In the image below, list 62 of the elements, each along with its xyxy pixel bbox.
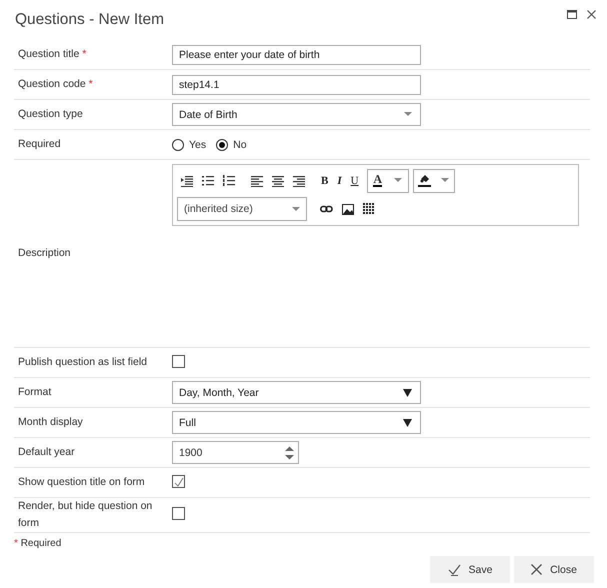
align-left-icon [251, 174, 263, 187]
field-label: Required [18, 138, 61, 150]
radio-label: No [233, 138, 247, 150]
check-icon [174, 476, 184, 487]
font-color-button[interactable]: A [366, 168, 409, 193]
highlight-color-button[interactable] [412, 168, 455, 193]
field-label: Render, but hide question on form [18, 500, 152, 529]
field-label: Show question title on form [18, 476, 145, 488]
close-button[interactable]: Close [514, 556, 594, 583]
maximize-button[interactable] [567, 10, 577, 19]
dropdown[interactable]: Date of Birth [172, 103, 421, 126]
required-mark: * [88, 78, 93, 90]
font-size-dropdown[interactable]: (inherited size) [177, 197, 307, 222]
format-button[interactable]: U [346, 172, 363, 190]
caret-icon [403, 418, 412, 426]
field-label: Default year [18, 446, 75, 458]
caret-icon [441, 178, 450, 184]
text-field[interactable]: step14.1 [172, 74, 421, 94]
numbered-list-icon [223, 174, 235, 187]
close-icon [587, 10, 596, 19]
dialog-title: Questions - New Item [15, 11, 164, 29]
bullet-list-icon [202, 174, 214, 187]
caret-icon [394, 178, 402, 184]
checkbox[interactable] [172, 507, 185, 520]
maximize-icon [567, 10, 577, 19]
indent-icon [181, 174, 193, 187]
dropdown[interactable]: Full [172, 411, 421, 434]
save-button[interactable]: Save [430, 556, 510, 583]
radio-button[interactable] [216, 138, 228, 150]
field-label: Question code [18, 78, 86, 90]
checkmark-icon [448, 564, 461, 576]
image-icon [342, 204, 354, 215]
required-mark: * [14, 538, 18, 549]
caret-icon [292, 206, 300, 212]
align-right-icon [293, 174, 305, 187]
number-field[interactable]: 1900 [172, 441, 299, 464]
field-label: Format [18, 386, 52, 398]
checkbox[interactable] [172, 354, 185, 368]
table-icon [363, 203, 375, 216]
highlight-icon [418, 174, 432, 188]
checkbox[interactable] [172, 475, 185, 488]
caret-icon [404, 112, 412, 117]
font-color-label: A [373, 174, 382, 188]
align-center-icon [272, 174, 284, 187]
close-button[interactable] [587, 10, 596, 19]
caret-icon [403, 388, 412, 396]
dropdown[interactable]: Day, Month, Year [172, 381, 421, 404]
radio-label: Yes [189, 138, 206, 150]
close-icon [531, 564, 542, 575]
field-label: Description [18, 247, 71, 259]
field-label: Question title [18, 48, 80, 60]
required-note: Required [20, 538, 62, 549]
radio-button[interactable] [172, 138, 184, 150]
format-button[interactable]: I [333, 172, 346, 190]
required-mark: * [82, 48, 86, 60]
spinner-icon [285, 446, 294, 460]
field-label: Question type [18, 108, 83, 120]
format-button[interactable]: B [317, 172, 332, 190]
link-icon [320, 205, 333, 214]
field-label: Month display [18, 416, 83, 428]
field-label: Publish question as list field [18, 356, 147, 368]
text-field[interactable]: Please enter your date of birth [172, 44, 421, 64]
